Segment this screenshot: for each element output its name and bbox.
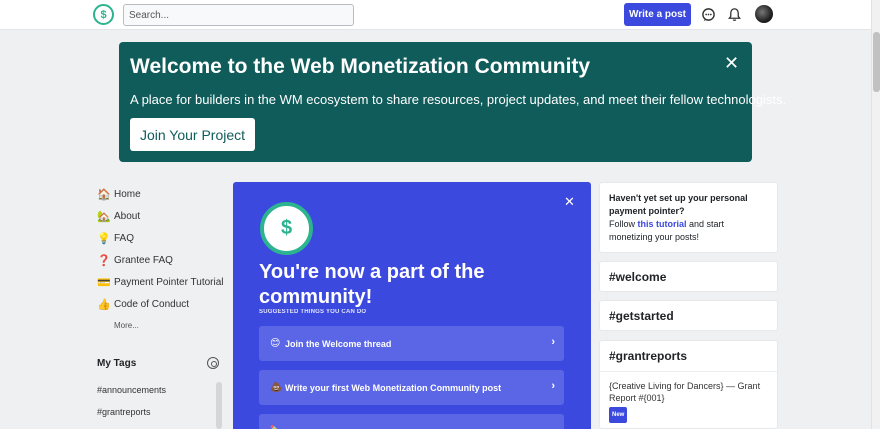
join-project-button[interactable]: Join Your Project	[130, 118, 255, 151]
sidebar-item-label: Home	[114, 188, 141, 200]
smile-icon: 😊	[270, 338, 281, 349]
close-icon[interactable]: ✕	[564, 194, 575, 210]
tutorial-link[interactable]: this tutorial	[638, 219, 687, 229]
house-garden-icon: 🏡	[97, 210, 111, 223]
sidebar-item-label: Grantee FAQ	[114, 254, 173, 266]
sidebar-item-grantee-faq[interactable]: ❓ Grantee FAQ	[93, 249, 228, 271]
sidebar-nav: 🏠 Home 🏡 About 💡 FAQ ❓ Grantee FAQ 💳 Payment …	[93, 183, 228, 335]
sidebar-item-faq[interactable]: 💡 FAQ	[93, 227, 228, 249]
community-logo: $	[260, 202, 313, 255]
onboarding-title: You're now a part of the community!	[259, 261, 485, 308]
gear-icon[interactable]	[207, 357, 219, 369]
chat-icon[interactable]	[700, 6, 717, 23]
sidebar-item-about[interactable]: 🏡 About	[93, 205, 228, 227]
onboarding-card: ✕ $ You're now a part of the community! …	[233, 182, 591, 429]
question-mark-icon: ❓	[97, 254, 111, 267]
lightbulb-icon: 💡	[97, 232, 111, 245]
suggestion-label: Write your first Web Monetization Commun…	[285, 382, 502, 393]
grant-card-title[interactable]: #grantreports	[600, 341, 777, 372]
sidebar-item-label: FAQ	[114, 232, 135, 244]
tag-card-welcome[interactable]: #welcome	[599, 261, 778, 292]
sidebar-item-home[interactable]: 🏠 Home	[93, 183, 228, 205]
tag-card-grantreports: #grantreports {Creative Living for Dance…	[599, 340, 778, 429]
suggestion-label: Join the Welcome thread	[285, 338, 392, 349]
credit-card-icon: 💳	[97, 276, 111, 289]
tag-card-getstarted[interactable]: #getstarted	[599, 300, 778, 331]
suggestion-welcome-thread[interactable]: 😊 Join the Welcome thread ›	[259, 326, 564, 361]
page-scrollbar[interactable]	[871, 0, 880, 429]
tags-scrollbar[interactable]	[216, 382, 222, 429]
sidebar-item-label: About	[114, 210, 141, 222]
sidebar-item-payment-pointer[interactable]: 💳 Payment Pointer Tutorial	[93, 271, 228, 293]
sidebar-item-label: Code of Conduct	[114, 298, 190, 310]
user-avatar[interactable]	[755, 5, 773, 23]
write-post-button[interactable]: Write a post	[624, 3, 691, 26]
tag-link[interactable]: #grantreports	[97, 407, 151, 417]
close-icon[interactable]: ✕	[724, 54, 739, 72]
more-link[interactable]: More...	[93, 315, 228, 335]
page-scrollbar-thumb[interactable]	[873, 32, 880, 92]
top-header: $ Write a post	[0, 0, 871, 30]
logo-icon: $	[100, 8, 107, 21]
my-tags-title: My Tags	[97, 358, 137, 369]
site-logo[interactable]: $	[93, 4, 114, 25]
suggestion-item[interactable]: ✏️	[259, 414, 564, 429]
notice-heading: Haven't yet set up your personal payment…	[609, 193, 748, 216]
home-icon: 🏠	[97, 188, 111, 201]
grant-post[interactable]: {Creative Living for Dancers} — Grant Re…	[600, 372, 777, 423]
dollar-icon: $	[280, 217, 293, 239]
onboarding-subtitle: SUGGESTED THINGS YOU CAN DO	[259, 309, 367, 315]
chevron-right-icon: ›	[551, 380, 555, 392]
sidebar-item-label: Payment Pointer Tutorial	[114, 276, 224, 288]
banner-subtitle: A place for builders in the WM ecosystem…	[130, 92, 787, 107]
bell-icon[interactable]	[726, 6, 743, 23]
banner-title: Welcome to the Web Monetization Communit…	[130, 55, 591, 78]
poop-icon: 💩	[270, 382, 283, 393]
welcome-banner: Welcome to the Web Monetization Communit…	[119, 42, 786, 162]
thumbs-up-icon: 👍	[97, 298, 111, 311]
search-input[interactable]	[123, 4, 354, 26]
new-badge: New	[609, 407, 628, 423]
suggestion-first-post[interactable]: 💩 Write your first Web Monetization Comm…	[259, 370, 564, 405]
notice-text-pre: Follow	[609, 219, 638, 229]
payment-pointer-notice: Haven't yet set up your personal payment…	[599, 182, 778, 253]
tag-link[interactable]: #announcements	[97, 385, 166, 395]
chevron-right-icon: ›	[551, 336, 555, 348]
grant-post-title: {Creative Living for Dancers} — Grant Re…	[609, 381, 761, 403]
sidebar-item-code-of-conduct[interactable]: 👍 Code of Conduct	[93, 293, 228, 315]
